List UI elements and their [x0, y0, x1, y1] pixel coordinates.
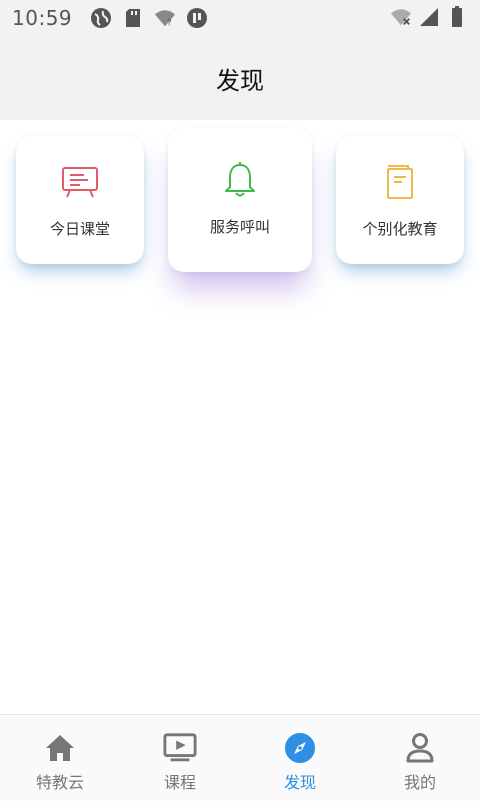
nav-label: 特教云	[35, 773, 84, 792]
nav-label: 我的	[403, 773, 436, 792]
nav-item-discover[interactable]: 发现	[240, 715, 360, 801]
nav-item-courses[interactable]: 课程	[120, 715, 240, 801]
status-right-icons	[390, 6, 468, 28]
page-title: 发现	[216, 66, 264, 95]
bottom-nav: 特教云 课程 发现 我的	[0, 714, 480, 801]
wifi-off-icon	[390, 6, 412, 28]
home-icon	[43, 731, 77, 765]
signal-icon	[418, 6, 440, 28]
status-left-icons: ?	[90, 7, 208, 29]
card-label: 今日课堂	[49, 220, 110, 238]
bell-icon	[220, 160, 260, 200]
status-time: 10:59	[12, 6, 73, 30]
nav-label: 课程	[163, 773, 196, 792]
wifi-unknown-icon: ?	[154, 7, 176, 29]
book-icon	[380, 162, 420, 202]
nav-label: 发现	[283, 773, 316, 792]
app-notification-icon	[186, 7, 208, 29]
status-bar: 10:59 ?	[0, 0, 480, 36]
card-label: 个别化教育	[362, 220, 438, 238]
video-play-icon	[163, 731, 197, 765]
card-individual-education[interactable]: 个别化教育	[336, 136, 464, 264]
battery-icon	[446, 6, 468, 28]
nav-item-home[interactable]: 特教云	[0, 715, 120, 801]
user-icon	[403, 731, 437, 765]
card-label: 服务呼叫	[209, 218, 270, 236]
page-header: 发现	[0, 36, 480, 120]
nav-item-mine[interactable]: 我的	[360, 715, 480, 801]
card-today-class[interactable]: 今日课堂	[16, 136, 144, 264]
globe-icon	[90, 7, 112, 29]
sd-card-icon	[122, 7, 144, 29]
compass-icon	[283, 731, 317, 765]
svg-text:?: ?	[167, 17, 172, 28]
presentation-board-icon	[60, 162, 100, 202]
card-service-call[interactable]: 服务呼叫	[168, 128, 312, 272]
